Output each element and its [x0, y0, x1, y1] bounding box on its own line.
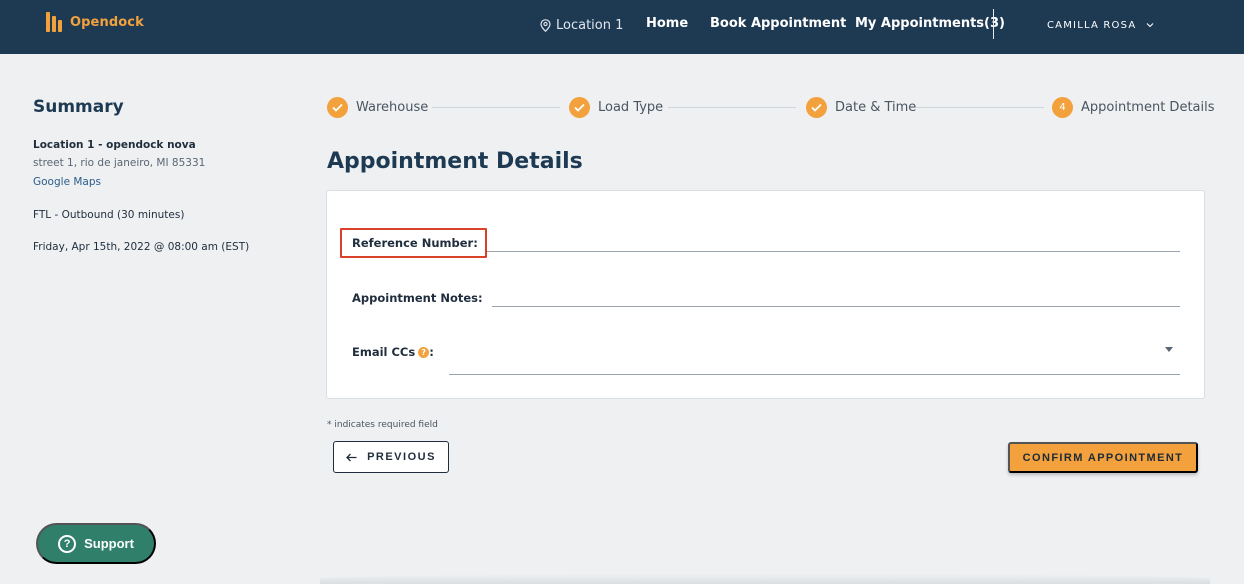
- page-title: Appointment Details: [327, 149, 583, 174]
- step-appointment-details[interactable]: 4 Appointment Details: [1052, 96, 1215, 118]
- step-load-type[interactable]: Load Type: [569, 96, 663, 118]
- nav-location[interactable]: Location 1: [540, 16, 623, 34]
- user-name: CAMILLA ROSA: [1047, 19, 1137, 31]
- question-circle-icon: ?: [58, 534, 77, 553]
- step-warehouse[interactable]: Warehouse: [327, 96, 428, 118]
- required-field-note: * indicates required field: [327, 420, 438, 430]
- appointment-notes-label: Appointment Notes:: [352, 291, 483, 305]
- chevron-down-icon: [1147, 23, 1154, 28]
- step-connector: [916, 107, 1044, 108]
- nav-my-appointments-link[interactable]: My Appointments(3): [855, 16, 1005, 34]
- summary-load-type: FTL - Outbound (30 minutes): [33, 209, 185, 221]
- step-label: Appointment Details: [1081, 99, 1215, 115]
- check-icon: [806, 96, 827, 118]
- appointment-details-form: Reference Number: Appointment Notes: Ema…: [326, 190, 1205, 399]
- google-maps-link[interactable]: Google Maps: [33, 176, 101, 188]
- nav-home-link[interactable]: Home: [646, 16, 688, 34]
- step-number-badge: 4: [1052, 96, 1073, 118]
- reference-number-label: Reference Number:: [352, 236, 478, 250]
- nav-location-label: Location 1: [556, 17, 624, 33]
- support-button-label: Support: [84, 536, 134, 551]
- brand-name: Opendock: [70, 14, 144, 30]
- summary-title: Summary: [33, 97, 124, 117]
- help-icon[interactable]: ?: [418, 347, 430, 358]
- arrow-left-icon: [346, 453, 357, 461]
- check-icon: [327, 96, 348, 118]
- map-pin-icon: [540, 18, 551, 32]
- bottom-shadow: [320, 574, 1210, 584]
- check-icon: [569, 96, 590, 118]
- previous-button[interactable]: PREVIOUS: [333, 441, 449, 473]
- dropdown-caret-icon[interactable]: [1165, 347, 1173, 352]
- user-menu[interactable]: CAMILLA ROSA: [1047, 18, 1154, 32]
- summary-datetime: Friday, Apr 15th, 2022 @ 08:00 am (EST): [33, 241, 250, 253]
- nav-divider: [993, 9, 994, 39]
- confirm-appointment-button[interactable]: CONFIRM APPOINTMENT: [1008, 442, 1198, 473]
- step-connector: [432, 107, 560, 108]
- step-label: Load Type: [598, 99, 664, 115]
- previous-button-label: PREVIOUS: [367, 451, 436, 463]
- top-bar: Opendock Location 1 Home Book Appointmen…: [0, 0, 1244, 54]
- step-label: Warehouse: [356, 99, 429, 115]
- appointment-notes-input[interactable]: [492, 306, 1180, 307]
- step-date-time[interactable]: Date & Time: [806, 96, 916, 118]
- step-label: Date & Time: [835, 99, 917, 115]
- opendock-logo-icon: [46, 12, 64, 32]
- brand-logo[interactable]: Opendock: [46, 11, 144, 33]
- summary-warehouse-name: Location 1 - opendock nova: [33, 139, 196, 151]
- support-button[interactable]: ? Support: [36, 523, 156, 564]
- email-ccs-label: Email CCs?:: [352, 345, 434, 359]
- step-connector: [668, 107, 796, 108]
- reference-number-input[interactable]: [487, 251, 1180, 252]
- nav-book-appointment-link[interactable]: Book Appointment: [710, 16, 846, 34]
- email-ccs-select[interactable]: [449, 374, 1180, 375]
- summary-address: street 1, rio de janeiro, MI 85331: [33, 157, 206, 169]
